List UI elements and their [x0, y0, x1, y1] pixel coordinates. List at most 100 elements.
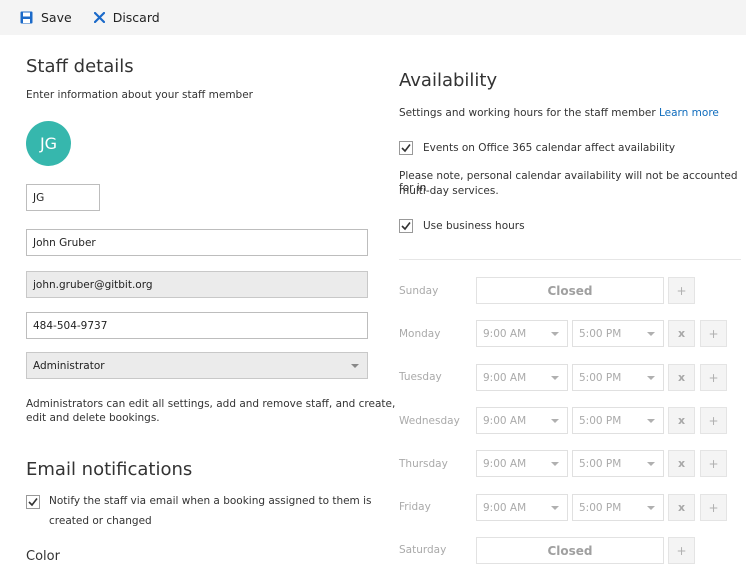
checkmark-icon — [401, 144, 411, 153]
tuesday-start-select[interactable]: 9:00 AM — [476, 364, 568, 391]
wednesday-start-select[interactable]: 9:00 AM — [476, 407, 568, 434]
save-label: Save — [41, 10, 72, 25]
friday-remove-button[interactable]: x — [668, 494, 695, 521]
email-field: john.gruber@gitbit.org — [26, 271, 368, 298]
notify-checkbox[interactable] — [26, 495, 40, 509]
day-label-sunday: Sunday — [399, 285, 439, 297]
friday-add-button[interactable]: + — [700, 494, 727, 521]
plus-icon: + — [676, 283, 687, 298]
monday-start-value: 9:00 AM — [483, 327, 527, 340]
wednesday-end-select[interactable]: 5:00 PM — [572, 407, 664, 434]
chevron-down-icon — [647, 461, 655, 466]
notify-label-line1: Notify the staff via email when a bookin… — [49, 495, 372, 507]
divider — [399, 259, 741, 260]
close-icon: x — [677, 457, 686, 470]
friday-start-select[interactable]: 9:00 AM — [476, 494, 568, 521]
monday-end-select[interactable]: 5:00 PM — [572, 320, 664, 347]
initials-input[interactable]: JG — [26, 184, 100, 211]
day-label-monday: Monday — [399, 328, 441, 340]
friday-end-select[interactable]: 5:00 PM — [572, 494, 664, 521]
phone-input[interactable]: 484-504-9737 — [26, 312, 368, 339]
friday-start-value: 9:00 AM — [483, 501, 527, 514]
wednesday-start-value: 9:00 AM — [483, 414, 527, 427]
tuesday-start-value: 9:00 AM — [483, 371, 527, 384]
chevron-down-icon — [551, 418, 559, 423]
email-notifications-heading: Email notifications — [26, 459, 193, 480]
chevron-down-icon — [647, 505, 655, 510]
plus-icon: + — [708, 500, 719, 515]
saturday-add-button[interactable]: + — [668, 537, 695, 564]
checkmark-icon — [401, 222, 411, 231]
plus-icon: + — [676, 543, 687, 558]
learn-more-link[interactable]: Learn more — [659, 107, 719, 119]
chevron-down-icon — [647, 375, 655, 380]
role-select[interactable]: Administrator — [26, 352, 368, 379]
save-icon — [20, 11, 33, 24]
tuesday-remove-button[interactable]: x — [668, 364, 695, 391]
friday-end-value: 5:00 PM — [579, 501, 622, 514]
avatar[interactable]: JG — [26, 121, 71, 166]
close-icon: x — [677, 501, 686, 514]
wednesday-add-button[interactable]: + — [700, 407, 727, 434]
email-value: john.gruber@gitbit.org — [33, 278, 153, 291]
thursday-end-value: 5:00 PM — [579, 457, 622, 470]
initials-value: JG — [33, 191, 45, 204]
tuesday-end-select[interactable]: 5:00 PM — [572, 364, 664, 391]
business-hours-checkbox[interactable] — [399, 219, 413, 233]
plus-icon: + — [708, 413, 719, 428]
close-icon — [93, 12, 105, 23]
command-bar: Save Discard — [0, 0, 746, 35]
day-label-tuesday: Tuesday — [399, 371, 442, 383]
chevron-down-icon — [351, 363, 359, 368]
role-value: Administrator — [33, 359, 105, 372]
staff-details-heading: Staff details — [26, 56, 134, 77]
checkmark-icon — [28, 498, 38, 507]
office365-label: Events on Office 365 calendar affect ava… — [423, 142, 676, 154]
close-icon: x — [677, 327, 686, 340]
thursday-end-select[interactable]: 5:00 PM — [572, 450, 664, 477]
save-button[interactable]: Save — [20, 10, 72, 25]
discard-button[interactable]: Discard — [93, 10, 160, 25]
sunday-closed: Closed — [476, 277, 664, 304]
thursday-add-button[interactable]: + — [700, 450, 727, 477]
saturday-closed: Closed — [476, 537, 664, 564]
wednesday-end-value: 5:00 PM — [579, 414, 622, 427]
thursday-remove-button[interactable]: x — [668, 450, 695, 477]
tuesday-add-button[interactable]: + — [700, 364, 727, 391]
chevron-down-icon — [551, 505, 559, 510]
monday-start-select[interactable]: 9:00 AM — [476, 320, 568, 347]
phone-value: 484-504-9737 — [33, 319, 108, 332]
sunday-add-button[interactable]: + — [668, 277, 695, 304]
day-label-saturday: Saturday — [399, 544, 447, 556]
color-heading: Color — [26, 549, 60, 564]
staff-details-subtitle: Enter information about your staff membe… — [26, 89, 253, 101]
thursday-start-select[interactable]: 9:00 AM — [476, 450, 568, 477]
availability-heading: Availability — [399, 70, 498, 91]
plus-icon: + — [708, 456, 719, 471]
chevron-down-icon — [551, 375, 559, 380]
day-label-friday: Friday — [399, 501, 431, 513]
day-label-wednesday: Wednesday — [399, 415, 460, 427]
role-note-line1: Administrators can edit all settings, ad… — [26, 398, 396, 410]
monday-add-button[interactable]: + — [700, 320, 727, 347]
wednesday-remove-button[interactable]: x — [668, 407, 695, 434]
chevron-down-icon — [647, 331, 655, 336]
close-icon: x — [677, 371, 686, 384]
name-value: John Gruber — [33, 236, 96, 249]
notify-label-line2: created or changed — [49, 515, 152, 527]
chevron-down-icon — [551, 331, 559, 336]
role-note-line2: edit and delete bookings. — [26, 412, 160, 424]
day-label-thursday: Thursday — [399, 458, 448, 470]
monday-end-value: 5:00 PM — [579, 327, 622, 340]
availability-note-line2: multi-day services. — [399, 185, 499, 197]
availability-subtitle-text: Settings and working hours for the staff… — [399, 107, 656, 119]
chevron-down-icon — [647, 418, 655, 423]
office365-checkbox[interactable] — [399, 141, 413, 155]
availability-subtitle: Settings and working hours for the staff… — [399, 107, 719, 119]
business-hours-label: Use business hours — [423, 220, 525, 232]
monday-remove-button[interactable]: x — [668, 320, 695, 347]
tuesday-end-value: 5:00 PM — [579, 371, 622, 384]
name-input[interactable]: John Gruber — [26, 229, 368, 256]
close-icon: x — [677, 414, 686, 427]
avatar-initials: JG — [39, 134, 58, 153]
